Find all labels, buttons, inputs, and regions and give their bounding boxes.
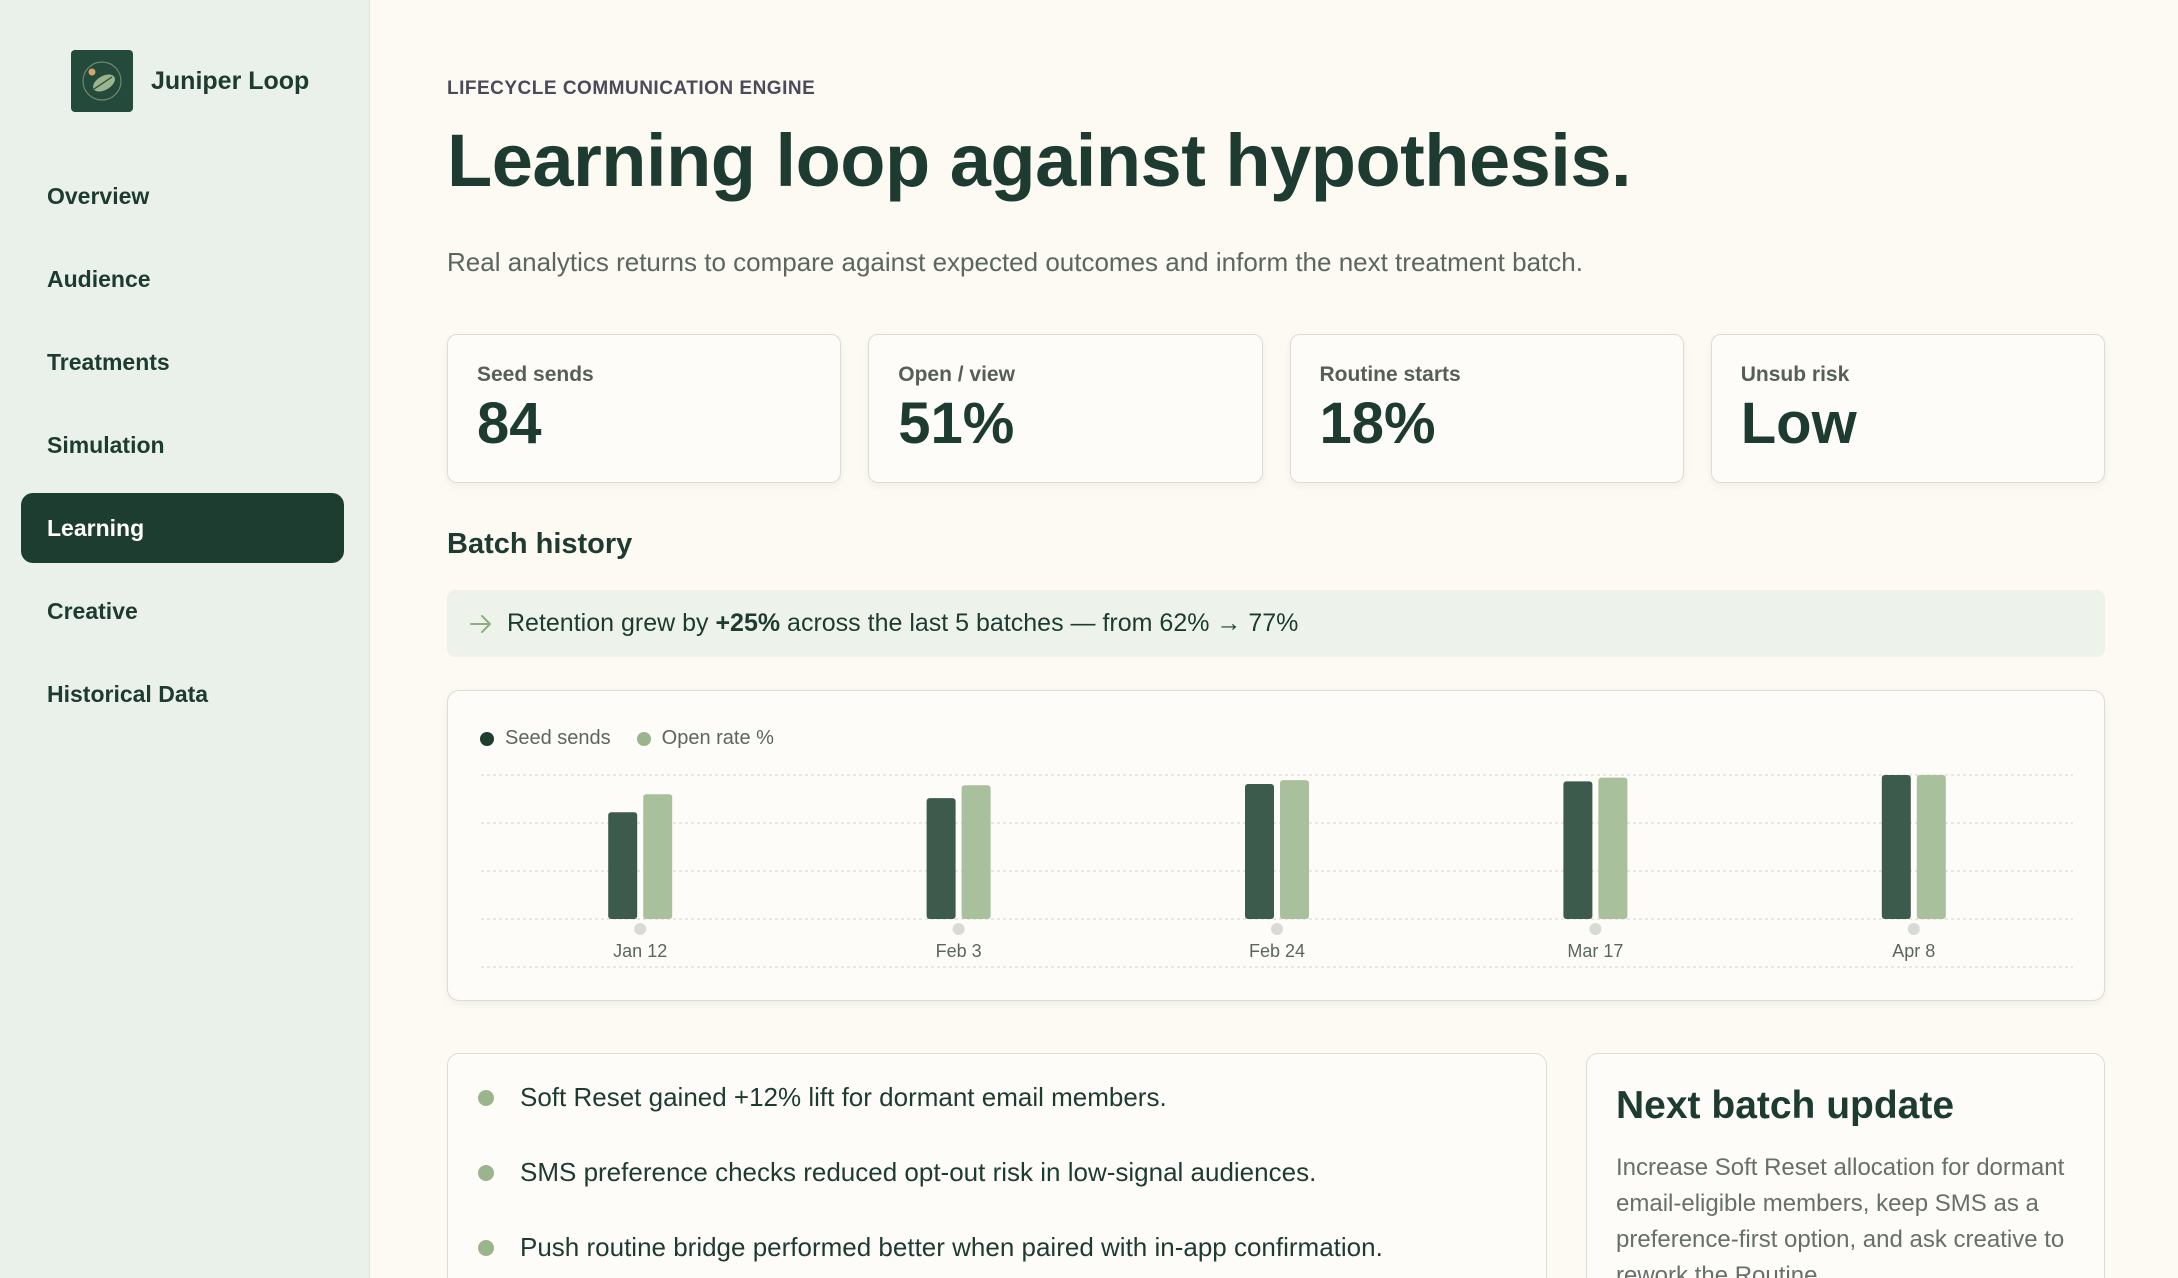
kpi-value: 51% [898,391,1015,456]
x-tick-label: Feb 24 [1249,941,1305,961]
sidebar-item-overview[interactable]: Overview [21,161,344,231]
page-subtitle: Real analytics returns to compare agains… [447,247,1583,277]
learnings-card: Soft Reset gained +12% lift for dormant … [447,1053,1547,1278]
bar-seed-sends [608,812,638,919]
next-batch-card: Next batch update Increase Soft Reset al… [1586,1053,2105,1278]
kpi-value: 84 [477,391,542,456]
learning-text: Push routine bridge performed better whe… [520,1232,1383,1262]
legend-item-seed-sends: Seed sends [480,727,611,750]
x-tick-label: Apr 8 [1892,941,1935,961]
sidebar-item-creative[interactable]: Creative [21,576,344,646]
x-tick-marker [952,923,965,935]
x-tick-marker [1271,923,1283,935]
sidebar-item-learning[interactable]: Learning [21,493,344,563]
kpi-card-unsub-risk: Unsub risk Low [1710,334,2105,483]
kpi-label: Unsub risk [1740,363,1850,386]
x-tick-marker [1589,923,1602,935]
bullet-dot [478,1239,494,1256]
bar-open-rate [1280,780,1309,919]
bar-seed-sends [1245,784,1274,919]
kpi-label: Open / view [898,363,1015,386]
kpi-label: Routine starts [1319,363,1461,386]
x-tick-label: Feb 3 [936,941,982,961]
arrow-right-icon [469,614,493,634]
kpi-value: Low [1740,391,1857,456]
page-title: Learning loop against hypothesis. [447,119,1632,202]
legend-item-open-rate: Open rate % [636,727,774,750]
next-batch-body: Increase Soft Reset allocation for dorma… [1616,1154,2065,1278]
bar-open-rate [1916,775,1946,919]
legend-label: Seed sends [505,727,611,749]
batch-history-chart: Jan 12 Feb 3 Feb 24 Mar 17 Apr 8 Seed sends … [447,690,2105,1001]
insight-highlight: +25% [715,609,781,637]
insight-suffix: across the last 5 batches — from 62% → 7… [780,609,1299,637]
list-item: Soft Reset gained +12% lift for dormant … [448,1060,1546,1135]
batch-history-heading: Batch history [447,528,633,560]
eyebrow: LIFECYCLE COMMUNICATION ENGINE [447,78,816,99]
insight-prefix: Retention grew by [507,609,716,637]
sidebar-item-simulation[interactable]: Simulation [21,410,344,480]
legend-label: Open rate % [661,727,774,749]
chart-legend: Seed sends Open rate % [480,727,800,750]
learning-text: SMS preference checks reduced opt-out ri… [520,1157,1317,1187]
sidebar-item-audience[interactable]: Audience [21,244,344,314]
kpi-card-routine-starts: Routine starts 18% [1289,334,1684,483]
bar-seed-sends [1881,775,1911,919]
x-tick-marker [634,923,647,935]
bar-open-rate [643,794,673,919]
sidebar-item-historical-data[interactable]: Historical Data [21,659,344,729]
x-tick-label: Jan 12 [613,941,667,961]
bullet-dot [478,1089,494,1106]
bullet-dot [478,1164,494,1181]
kpi-label: Seed sends [477,363,594,386]
bar-seed-sends [1563,781,1593,919]
kpi-row: Seed sends 84 Open / view 51% Routine st… [447,334,2105,483]
sidebar-nav: Overview Audience Treatments Simulation … [21,161,344,742]
next-batch-title: Next batch update [1616,1084,1955,1127]
brand[interactable]: Juniper Loop [71,50,309,112]
x-tick-marker [1907,923,1920,935]
sidebar: Juniper Loop Overview Audience Treatment… [0,0,370,1278]
retention-insight: Retention grew by +25% across the last 5… [447,590,2105,657]
bar-open-rate [1598,777,1628,919]
sidebar-item-treatments[interactable]: Treatments [21,327,344,397]
leaf-icon [71,50,133,112]
brand-name: Juniper Loop [151,66,310,95]
list-item: SMS preference checks reduced opt-out ri… [448,1135,1546,1210]
legend-swatch [636,731,651,746]
kpi-value: 18% [1319,391,1436,456]
learning-text: Soft Reset gained +12% lift for dormant … [520,1082,1167,1112]
list-item: Push routine bridge performed better whe… [448,1210,1546,1278]
kpi-card-seed-sends: Seed sends 84 [447,334,842,483]
x-tick-label: Mar 17 [1567,941,1623,961]
legend-swatch [480,731,494,746]
kpi-card-open-view: Open / view 51% [868,334,1263,483]
bar-seed-sends [926,798,956,919]
bar-open-rate [961,785,991,919]
